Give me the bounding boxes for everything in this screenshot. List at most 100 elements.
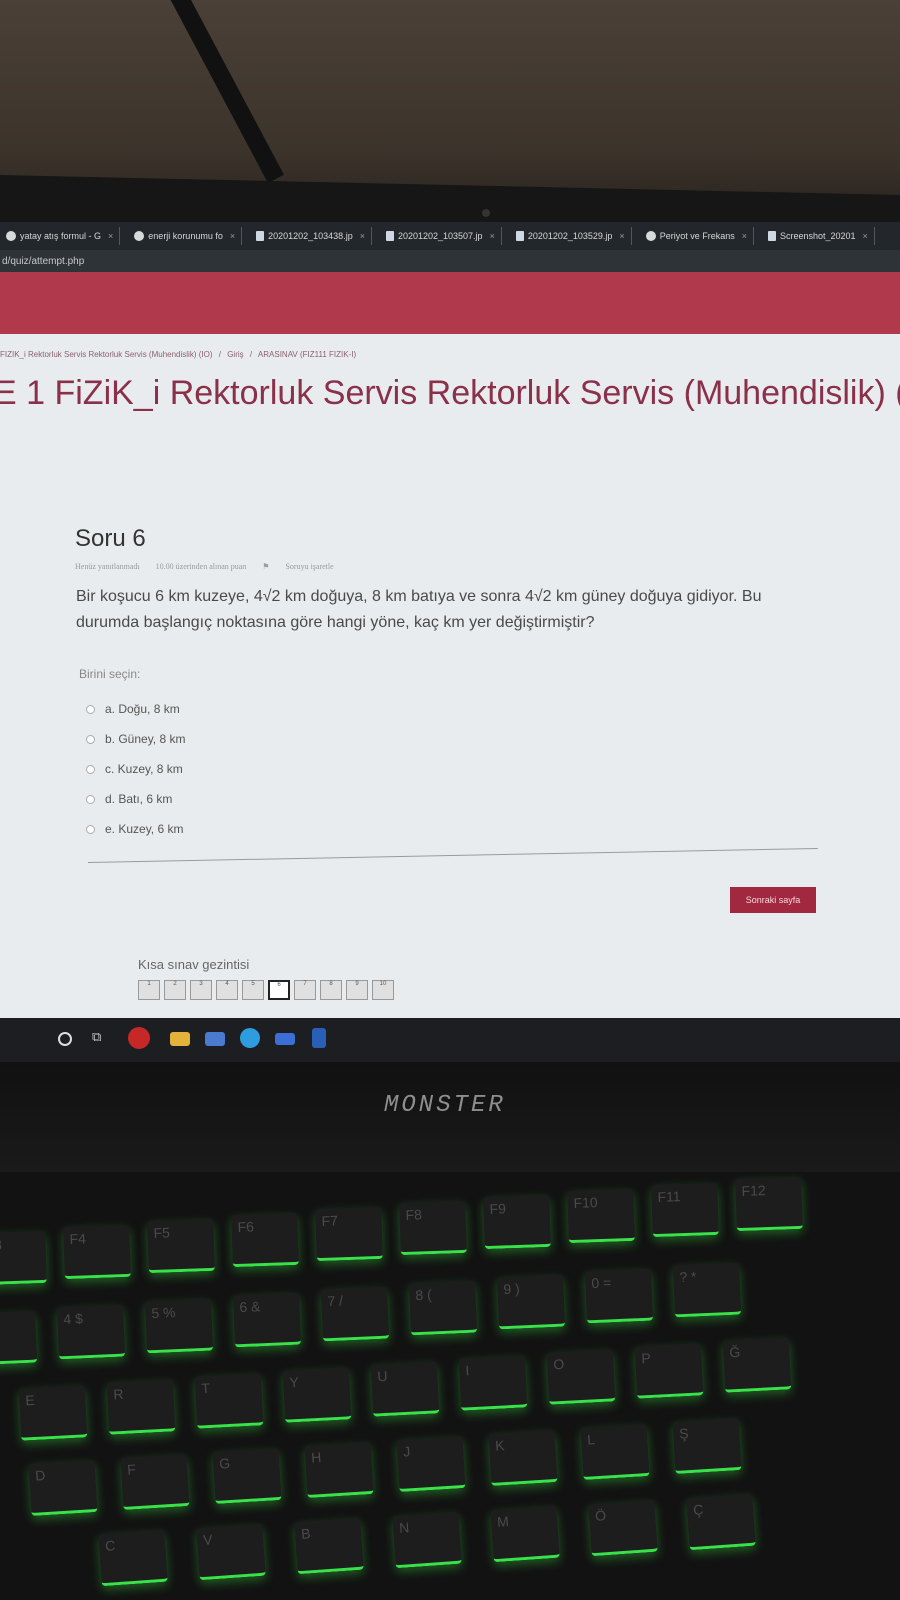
edge-browser-icon[interactable] xyxy=(240,1028,260,1048)
keyboard-key: Y xyxy=(282,1367,352,1423)
keyboard-key: F8 xyxy=(399,1200,467,1256)
keyboard-key: M xyxy=(490,1505,560,1563)
browser-tab-label: 20201202_103507.jp xyxy=(397,231,483,241)
site-header-bar xyxy=(0,272,900,334)
answer-label[interactable]: a. Doğu, 8 km xyxy=(105,702,180,716)
answer-option-c[interactable]: c. Kuzey, 8 km xyxy=(86,754,185,784)
keyboard-key: 7 / xyxy=(320,1286,390,1342)
question-info: Henüz yanıtlanmadı 10.00 üzerinden alına… xyxy=(75,562,362,571)
keyboard-key: ? * xyxy=(672,1262,742,1318)
question-text: Bir koşucu 6 km kuzeye, 4√2 km doğuya, 8… xyxy=(76,588,762,631)
browser-tab[interactable]: Screenshot_20201 × xyxy=(762,227,875,245)
answer-list: a. Doğu, 8 km b. Güney, 8 km c. Kuzey, 8… xyxy=(86,694,185,844)
close-icon[interactable]: × xyxy=(742,231,747,241)
keyboard-key: 0 = xyxy=(584,1268,654,1324)
keyboard-key: D xyxy=(28,1460,98,1516)
quiz-nav-button-2[interactable]: 2 xyxy=(164,980,186,1000)
keyboard-key: H xyxy=(304,1442,374,1498)
browser-tab[interactable]: 20201202_103507.jp × xyxy=(380,227,502,245)
flag-question-link[interactable]: ⚑ Soruyu işaretle xyxy=(262,562,347,571)
answer-label[interactable]: c. Kuzey, 8 km xyxy=(105,762,183,776)
browser-tab[interactable]: enerji korunumu fo × xyxy=(128,227,243,245)
keyboard-key: J xyxy=(396,1436,466,1492)
keyboard-key: R xyxy=(106,1379,176,1435)
keyboard-key: G xyxy=(212,1448,282,1504)
browser-tab-bar: yatay atış formul - G × enerji korunumu fo… xyxy=(0,222,900,250)
keyboard-key: T xyxy=(194,1373,264,1429)
browser-tab-label: enerji korunumu fo xyxy=(148,231,223,241)
radio-button[interactable] xyxy=(86,734,95,744)
quiz-nav-button-10[interactable]: 10 xyxy=(372,980,394,1000)
keyboard-key: F10 xyxy=(567,1188,635,1244)
webcam xyxy=(482,209,490,217)
breadcrumb-item-course[interactable]: FIZIK_i Rektorluk Servis Rektorluk Servi… xyxy=(0,350,213,359)
close-icon[interactable]: × xyxy=(230,231,235,241)
quiz-navigation-title: Kısa sınav gezintisi xyxy=(138,957,250,972)
answer-option-b[interactable]: b. Güney, 8 km xyxy=(86,724,185,754)
quiz-nav-button-9[interactable]: 9 xyxy=(346,980,368,1000)
answer-option-e[interactable]: e. Kuzey, 6 km xyxy=(86,814,185,844)
keyboard-key: Ç xyxy=(686,1493,756,1551)
opera-browser-icon[interactable] xyxy=(128,1027,150,1049)
radio-button[interactable] xyxy=(86,824,95,834)
browser-tab[interactable]: yatay atış formul - G × xyxy=(0,227,121,245)
radio-button[interactable] xyxy=(86,794,95,804)
mail-icon[interactable] xyxy=(205,1032,225,1046)
quiz-nav-button-1[interactable]: 1 xyxy=(138,980,160,1000)
radio-button[interactable] xyxy=(86,764,95,774)
browser-tab-label: yatay atış formul - G xyxy=(20,231,102,241)
app-icon[interactable] xyxy=(275,1033,295,1045)
answer-option-a[interactable]: a. Doğu, 8 km xyxy=(86,694,185,724)
radio-button[interactable] xyxy=(86,704,95,714)
answer-label[interactable]: e. Kuzey, 6 km xyxy=(105,822,183,836)
keyboard-key: 4 $ xyxy=(56,1304,126,1360)
file-icon xyxy=(256,231,265,241)
task-view-icon[interactable]: ⧉ xyxy=(92,1029,112,1049)
close-icon[interactable]: × xyxy=(619,231,624,241)
keyboard-key: I xyxy=(458,1355,528,1411)
word-icon[interactable] xyxy=(312,1028,326,1048)
laptop-screen: yatay atış formul - G × enerji korunumu fo… xyxy=(0,222,900,1062)
keyboard-key: L xyxy=(580,1424,650,1480)
answer-option-d[interactable]: d. Batı, 6 km xyxy=(86,784,185,814)
keyboard-key: V xyxy=(196,1523,266,1581)
keyboard-key: 8 ( xyxy=(408,1280,478,1336)
keyboard-key: K xyxy=(488,1430,558,1486)
browser-tab[interactable]: 20201202_103529.jp × xyxy=(510,227,632,245)
address-bar[interactable]: d/quiz/attempt.php xyxy=(0,250,900,272)
file-explorer-icon[interactable] xyxy=(170,1032,190,1046)
keyboard-key: Ğ xyxy=(722,1337,792,1393)
close-icon[interactable]: × xyxy=(360,231,365,241)
keyboard-key: 5 % xyxy=(144,1298,214,1354)
close-icon[interactable]: × xyxy=(490,231,495,241)
file-icon xyxy=(385,231,394,241)
close-icon[interactable]: × xyxy=(863,231,868,241)
keyboard-key: B xyxy=(294,1517,364,1575)
search-icon[interactable] xyxy=(58,1032,72,1046)
keyboard-key: F6 xyxy=(231,1212,299,1268)
url-text: d/quiz/attempt.php xyxy=(2,255,85,267)
keyboard-key: O xyxy=(546,1349,616,1405)
divider xyxy=(87,847,818,863)
quiz-nav-button-6-current[interactable]: 6 xyxy=(268,980,290,1000)
quiz-nav-button-3[interactable]: 3 xyxy=(190,980,212,1000)
next-page-button[interactable]: Sonraki sayfa xyxy=(730,887,816,913)
keyboard-key: Ö xyxy=(588,1499,658,1557)
windows-taskbar: ⧉ xyxy=(0,1018,900,1062)
quiz-nav-button-7[interactable]: 7 xyxy=(294,980,316,1000)
breadcrumb-item-home[interactable]: Giriş xyxy=(227,350,243,359)
quiz-nav-button-4[interactable]: 4 xyxy=(216,980,238,1000)
keyboard-key: E xyxy=(18,1385,88,1441)
browser-tab[interactable]: 20201202_103438.jp × xyxy=(250,227,372,245)
browser-tab[interactable]: Periyot ve Frekans × xyxy=(640,227,754,245)
quiz-nav-button-8[interactable]: 8 xyxy=(320,980,342,1000)
answer-label[interactable]: b. Güney, 8 km xyxy=(105,732,185,746)
breadcrumb-separator: / xyxy=(218,350,221,359)
page-title: E 1 FiZiK_i Rektorluk Servis Rektorluk S… xyxy=(0,374,900,412)
breadcrumb: FIZIK_i Rektorluk Servis Rektorluk Servi… xyxy=(0,350,360,359)
quiz-nav-button-5[interactable]: 5 xyxy=(242,980,264,1000)
file-icon xyxy=(767,231,776,241)
close-icon[interactable]: × xyxy=(108,231,113,241)
breadcrumb-item-quiz[interactable]: ARASINAV (FIZ111 FIZIK-I) xyxy=(258,350,356,359)
answer-label[interactable]: d. Batı, 6 km xyxy=(105,792,172,806)
